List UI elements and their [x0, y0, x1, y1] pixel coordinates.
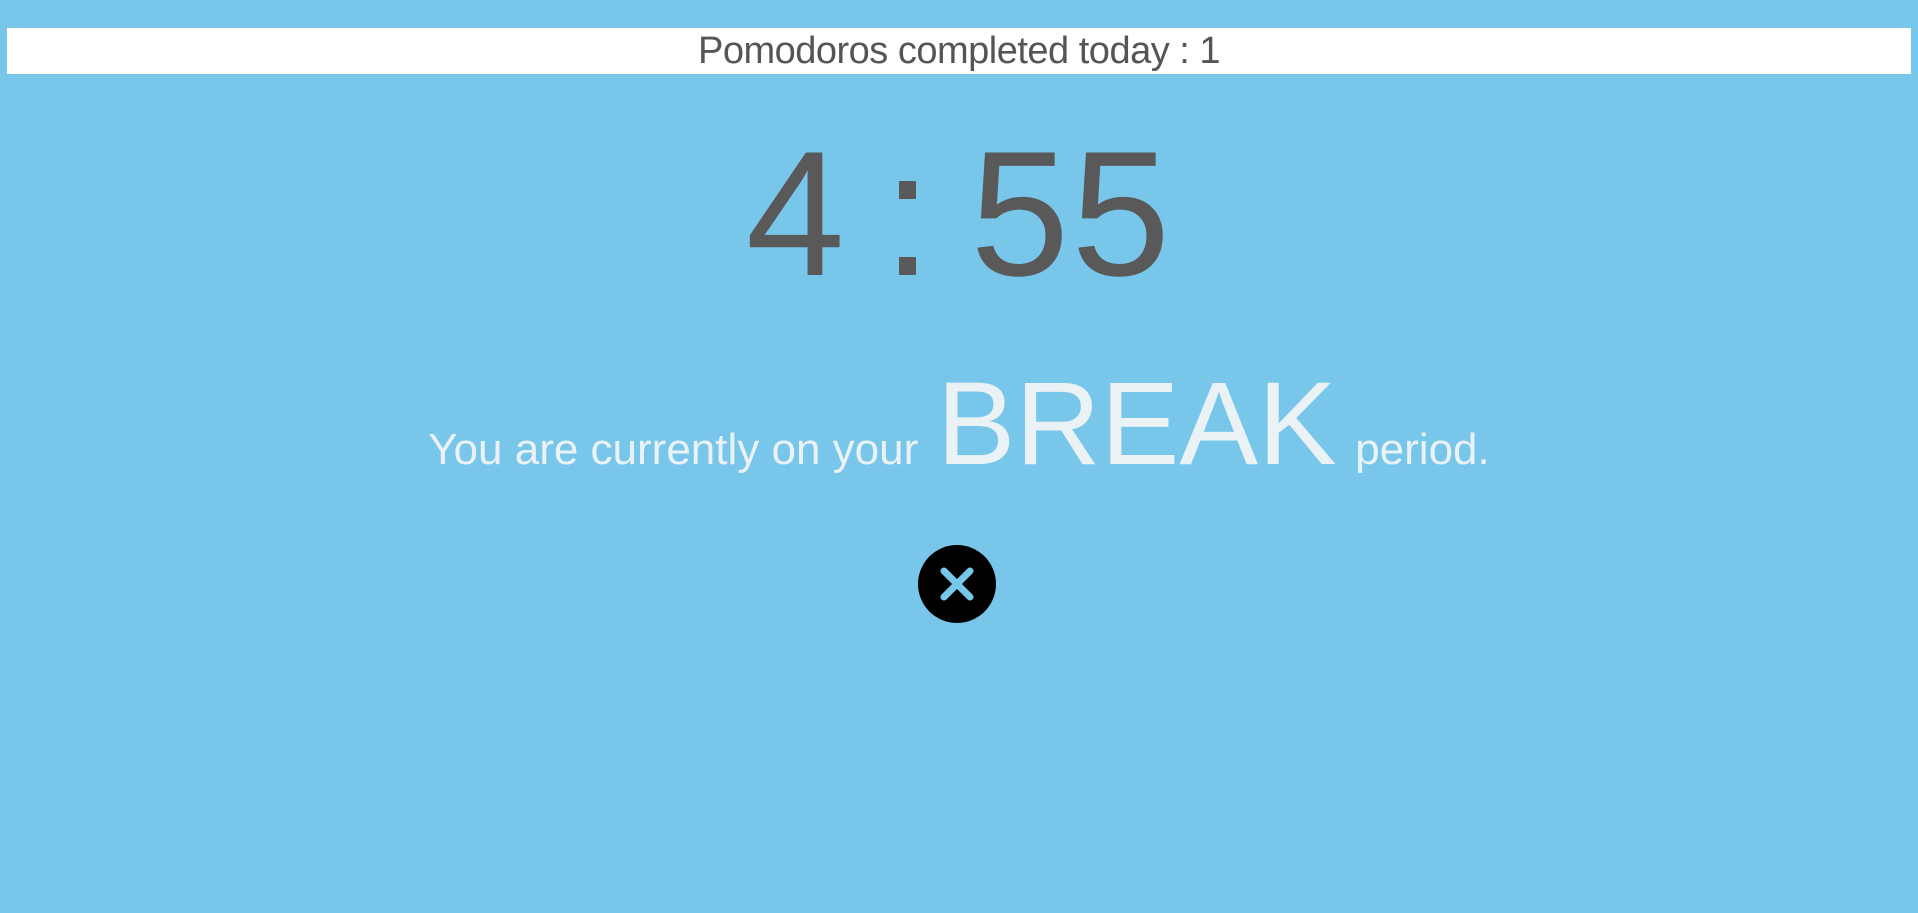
pomodoros-completed-label: Pomodoros completed today : 1: [697, 30, 1221, 72]
timer-minutes: 4: [745, 114, 847, 313]
period-status: You are currently on your BREAK period.: [0, 365, 1918, 483]
close-button[interactable]: [918, 545, 996, 623]
countdown-timer: 4:55: [0, 125, 1918, 303]
status-mode: BREAK: [936, 358, 1337, 490]
timer-seconds: 55: [970, 114, 1173, 313]
close-icon: [939, 566, 975, 602]
status-suffix: period.: [1355, 425, 1490, 474]
pomodoro-counter-bar: Pomodoros completed today : 1: [7, 28, 1911, 74]
status-prefix: You are currently on your: [428, 425, 919, 474]
timer-separator: :: [882, 114, 935, 313]
